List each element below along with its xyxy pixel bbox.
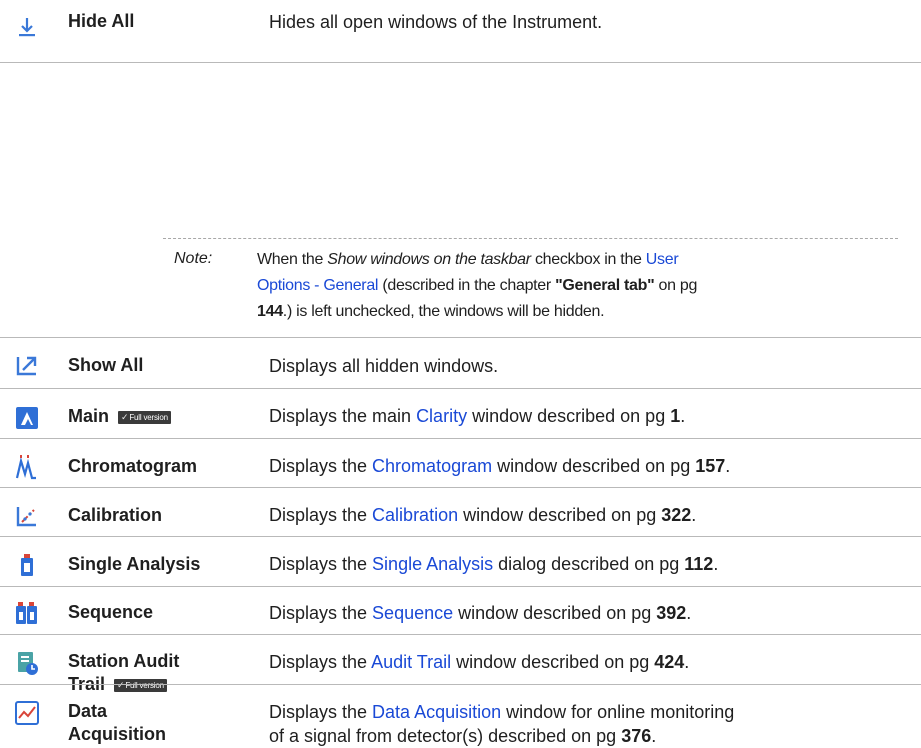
single-analysis-description: Displays the Single Analysis dialog desc…	[269, 554, 719, 574]
single-analysis-icon	[21, 554, 33, 576]
data-acquisition-icon	[15, 701, 39, 725]
divider	[0, 684, 921, 685]
chromatogram-label: Chromatogram	[68, 456, 198, 476]
hide-all-icon	[19, 18, 35, 37]
clarity-link[interactable]: Clarity	[416, 406, 467, 426]
divider	[0, 536, 921, 537]
divider	[0, 337, 921, 338]
chromatogram-icon	[15, 455, 36, 480]
main-label: Main ✓Full version	[68, 405, 171, 428]
sequence-link[interactable]: Sequence	[372, 603, 453, 623]
station-audit-trail-label: Station AuditTrail✓Full version	[68, 651, 180, 694]
note-divider	[163, 238, 898, 239]
full-version-badge: ✓Full version	[118, 410, 171, 424]
calibration-label: Calibration	[68, 505, 163, 525]
data-acquisition-label: Data Acquisition	[68, 701, 166, 744]
calibration-description: Displays the Calibration window describe…	[269, 505, 697, 525]
divider	[0, 586, 921, 587]
divider	[0, 634, 921, 635]
main-icon	[16, 407, 38, 429]
note-label: Note:	[174, 250, 213, 267]
single-analysis-label: Single Analysis	[68, 554, 201, 574]
station-audit-trail-description: Displays the Audit Trail window describe…	[269, 652, 690, 672]
audit-trail-link[interactable]: Audit Trail	[371, 652, 451, 672]
single-analysis-link[interactable]: Single Analysis	[372, 554, 493, 574]
user-options-link-cont[interactable]: Options - General	[257, 277, 378, 294]
chromatogram-description: Displays the Chromatogram window describ…	[269, 456, 731, 476]
data-acquisition-link[interactable]: Data Acquisition	[372, 702, 501, 722]
station-audit-trail-icon	[18, 652, 38, 675]
divider	[0, 487, 921, 488]
divider	[0, 438, 921, 439]
calibration-link[interactable]: Calibration	[372, 505, 458, 525]
divider	[0, 388, 921, 389]
show-all-label: Show All	[68, 355, 144, 375]
hide-all-description: Hides all open windows of the Instrument…	[269, 12, 603, 32]
sequence-icon	[16, 602, 37, 624]
main-description: Displays the main Clarity window describ…	[269, 406, 686, 426]
calibration-icon	[16, 507, 36, 527]
sequence-description: Displays the Sequence window described o…	[269, 603, 692, 623]
show-all-description: Displays all hidden windows.	[269, 356, 499, 376]
show-all-icon	[16, 356, 37, 376]
chromatogram-link[interactable]: Chromatogram	[372, 456, 492, 476]
sequence-label: Sequence	[68, 602, 154, 622]
divider	[0, 62, 921, 63]
note-text: When the Show windows on the taskbar che…	[257, 251, 698, 320]
data-acquisition-description: Displays the Data Acquisition window for…	[269, 702, 735, 746]
hide-all-label: Hide All	[68, 11, 135, 31]
user-options-link[interactable]: User	[646, 251, 679, 268]
